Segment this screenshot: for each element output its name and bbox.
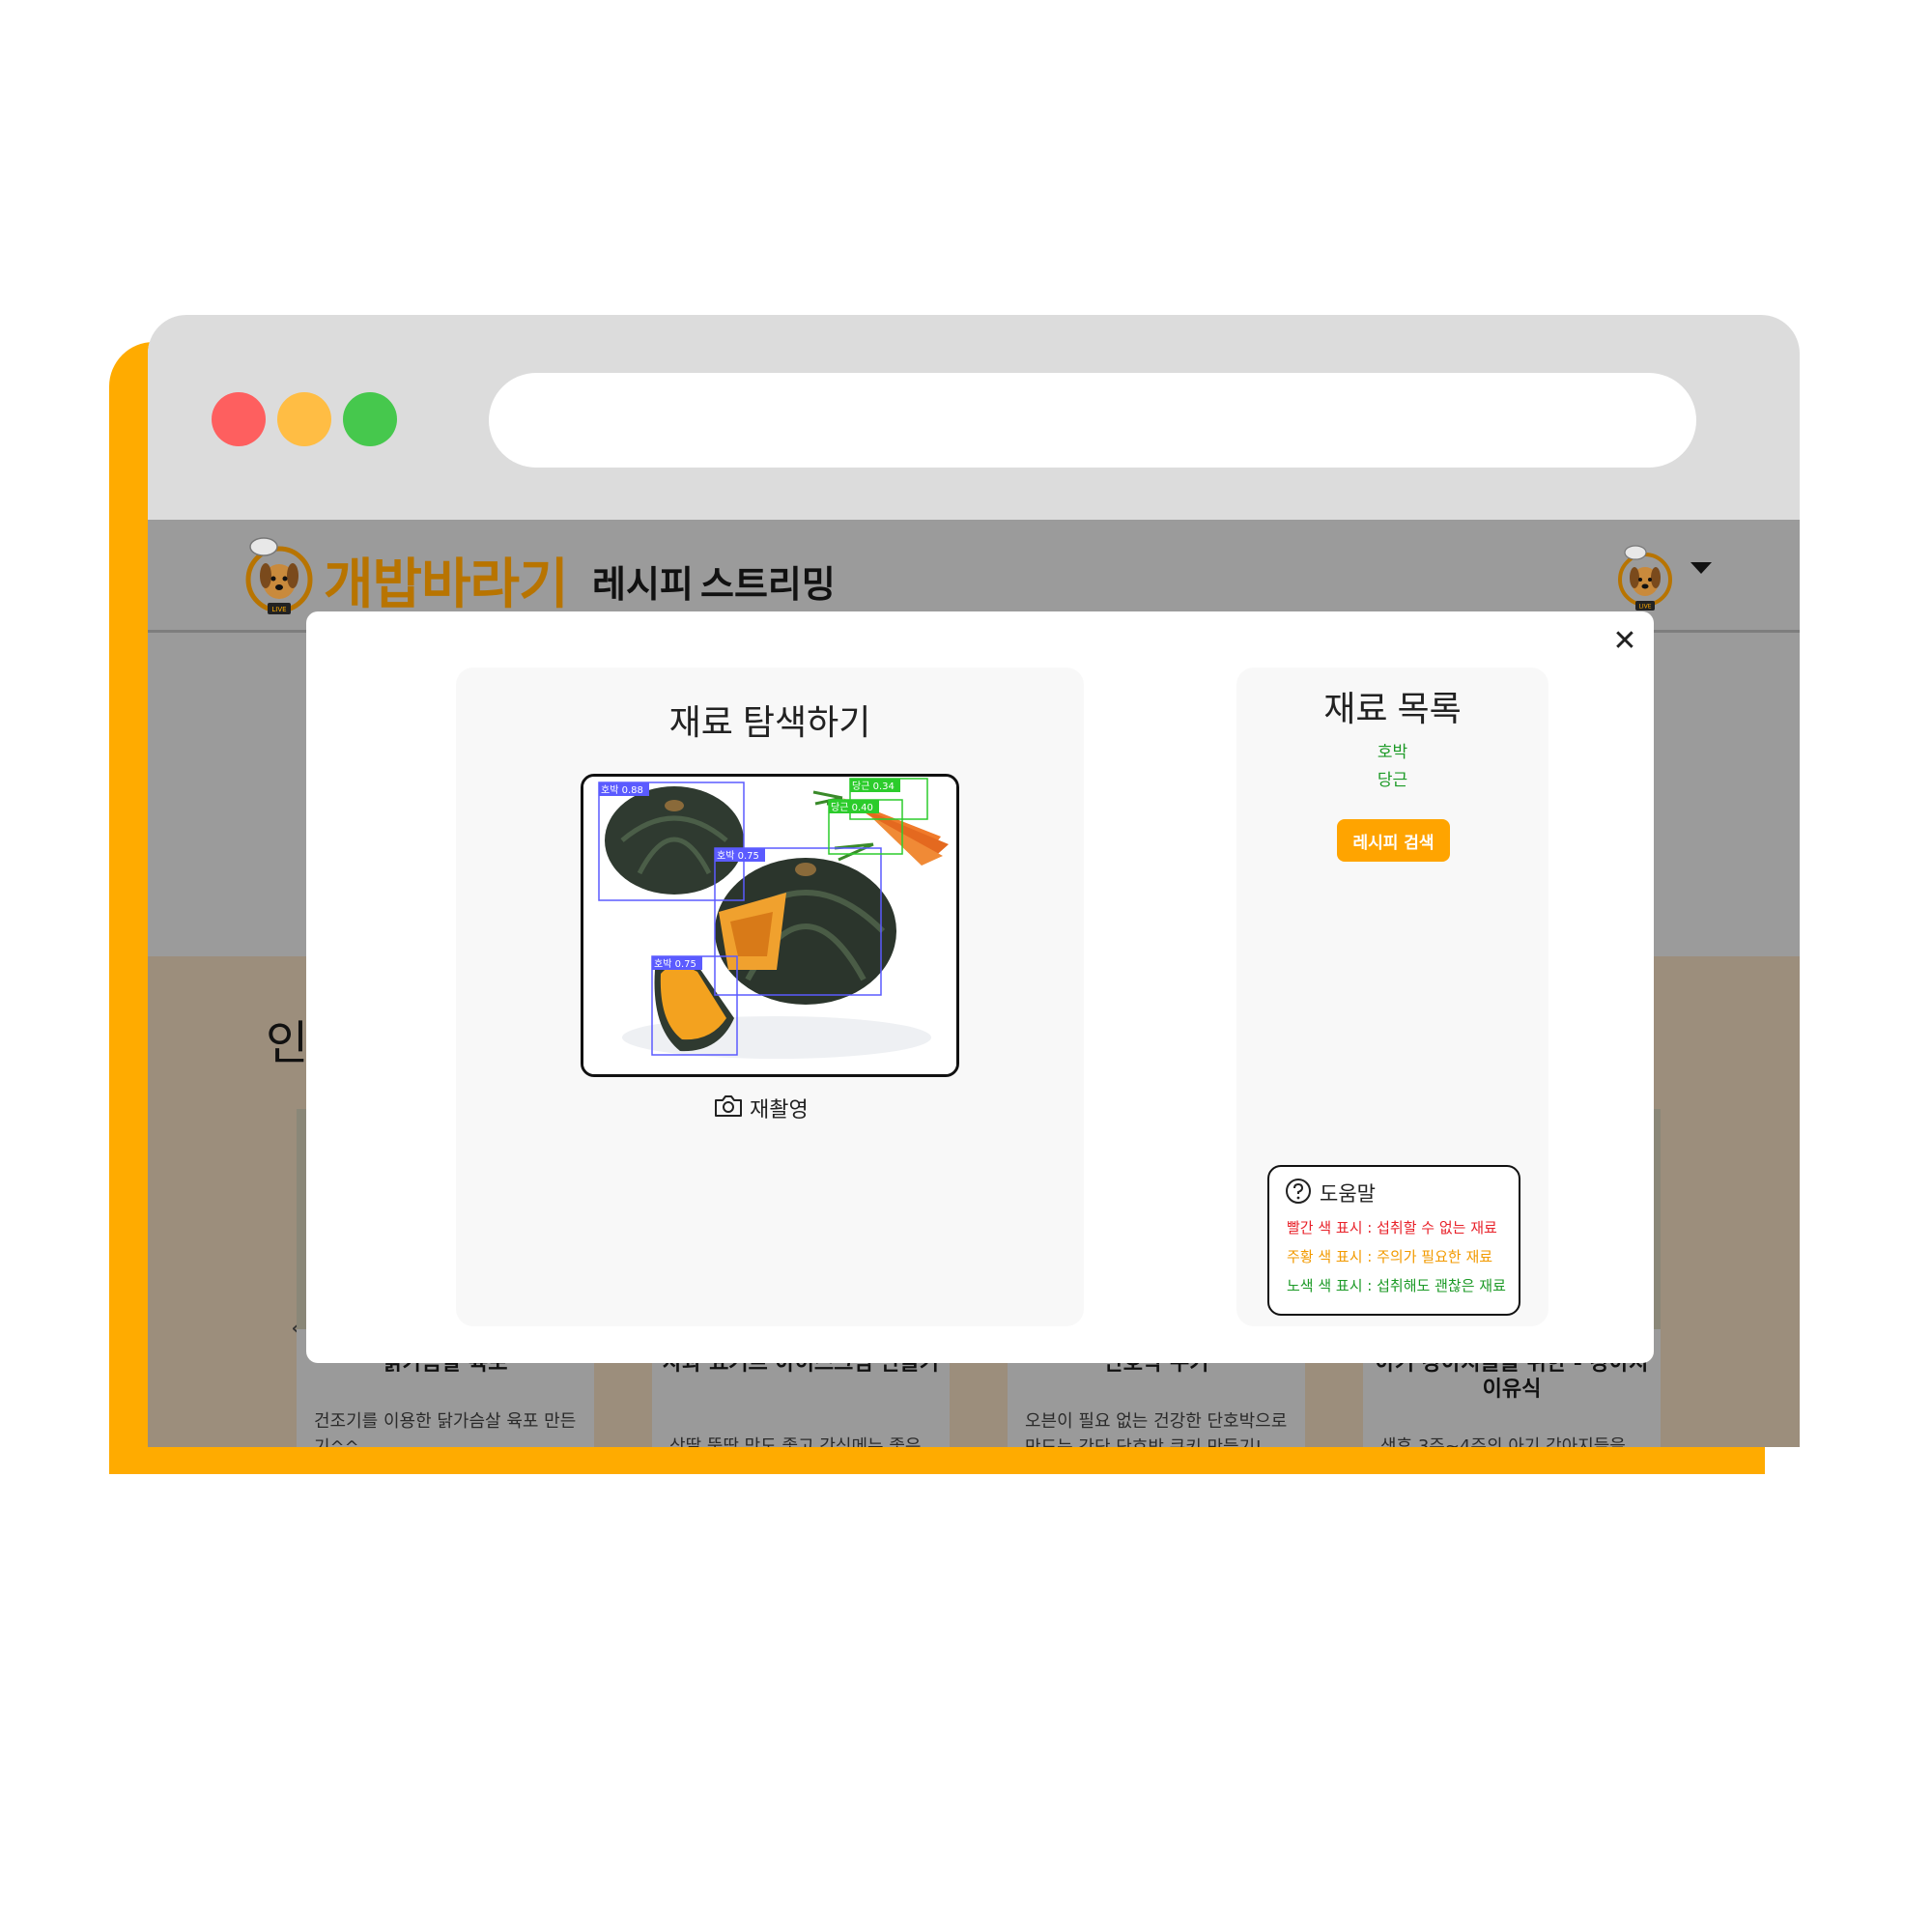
- detection-label: 호박: [601, 784, 618, 796]
- svg-text:호박 0.75: 호박 0.75: [654, 958, 696, 970]
- detection-score: 0.40: [852, 803, 873, 813]
- detection-label: 당근: [831, 802, 848, 813]
- retake-button[interactable]: 재촬영: [713, 1089, 809, 1127]
- help-header: 도움말: [1285, 1177, 1376, 1209]
- help-caution-line: 주황 색 표시 : 주의가 필요한 재료: [1287, 1248, 1493, 1265]
- recipe-description: 오븐이 필요 없는 건강한 단호박으로 만드는 간단 단호박 쿠키 만들기!: [1025, 1411, 1288, 1447]
- detection-score: 0.75: [738, 851, 759, 862]
- svg-text:호박 0.75: 호박 0.75: [717, 850, 759, 862]
- close-window-button[interactable]: [212, 392, 266, 446]
- detection-score: 0.75: [675, 959, 696, 970]
- recipe-search-button[interactable]: 레시피 검색: [1337, 819, 1450, 862]
- pumpkin-image: [605, 786, 744, 895]
- address-bar[interactable]: [489, 373, 1696, 468]
- question-circle-icon: [1285, 1178, 1312, 1208]
- maximize-window-button[interactable]: [343, 392, 397, 446]
- help-danger-line: 빨간 색 표시 : 섭취할 수 없는 재료: [1287, 1219, 1497, 1236]
- camera-icon: [713, 1094, 744, 1122]
- nav-streaming[interactable]: 스트리밍: [700, 554, 836, 608]
- recipe-description: 건조기를 이용한 닭가슴살 육포 만든기^^: [314, 1411, 577, 1447]
- ingredient-item: 당근: [1377, 771, 1408, 790]
- close-icon[interactable]: ✕: [1608, 625, 1641, 658]
- ingredient-item: 호박: [1377, 743, 1408, 762]
- detection-label: 당근: [852, 781, 869, 792]
- ingredient-list-panel: 재료 목록 호박 당근 레시피 검색 도움말 빨간 색 표시 : 섭취할 수 없…: [1236, 668, 1548, 1326]
- detection-label: 호박: [654, 958, 671, 970]
- svg-text:호박 0.88: 호박 0.88: [601, 784, 643, 796]
- svg-text:LIVE: LIVE: [271, 606, 286, 613]
- pumpkin-image: [715, 858, 896, 1005]
- svg-text:LIVE: LIVE: [1638, 604, 1651, 611]
- nav-recipe[interactable]: 레시피: [592, 554, 694, 608]
- help-safe-line: 노색 색 표시 : 섭취해도 괜찮은 재료: [1287, 1277, 1506, 1294]
- detect-title: 재료 탐색하기: [668, 702, 871, 742]
- detection-score: 0.88: [622, 785, 643, 796]
- svg-text:당근 0.34: 당근 0.34: [852, 781, 895, 792]
- ingredient-scan-modal: ✕ 재료 탐색하기 호박 0.88 호박 0.75 호박 0.75 당근 0.3…: [306, 611, 1654, 1363]
- recipe-description: 생후 3주~4주의 아기 강아지들을 위: [1380, 1436, 1626, 1447]
- user-avatar[interactable]: LIVE: [1614, 539, 1682, 612]
- minimize-window-button[interactable]: [277, 392, 331, 446]
- detection-photo: 호박 0.88 호박 0.75 호박 0.75 당근 0.34 당근 0.40: [581, 774, 959, 1077]
- detection-score: 0.34: [873, 781, 895, 792]
- ingredient-list-title: 재료 목록: [1323, 689, 1462, 728]
- browser-titlebar: [148, 315, 1800, 520]
- ingredient-list: 호박 당근: [1236, 739, 1548, 795]
- chevron-down-icon[interactable]: [1690, 562, 1712, 574]
- detection-label: 호박: [717, 850, 734, 862]
- logo-text[interactable]: 개밥바라기: [324, 541, 569, 619]
- section-title: 인: [266, 1016, 309, 1070]
- detect-panel: 재료 탐색하기 호박 0.88 호박 0.75 호박 0.75 당근 0.34 …: [456, 668, 1084, 1326]
- svg-text:당근 0.40: 당근 0.40: [831, 802, 873, 813]
- help-box: 도움말 빨간 색 표시 : 섭취할 수 없는 재료 주황 색 표시 : 주의가 …: [1267, 1165, 1520, 1316]
- recipe-description: 상딸 뚝딱 맛도 좋고 간식메뉴 좋은: [669, 1436, 922, 1447]
- retake-label: 재촬영: [750, 1098, 809, 1122]
- help-title: 도움말: [1320, 1182, 1376, 1206]
